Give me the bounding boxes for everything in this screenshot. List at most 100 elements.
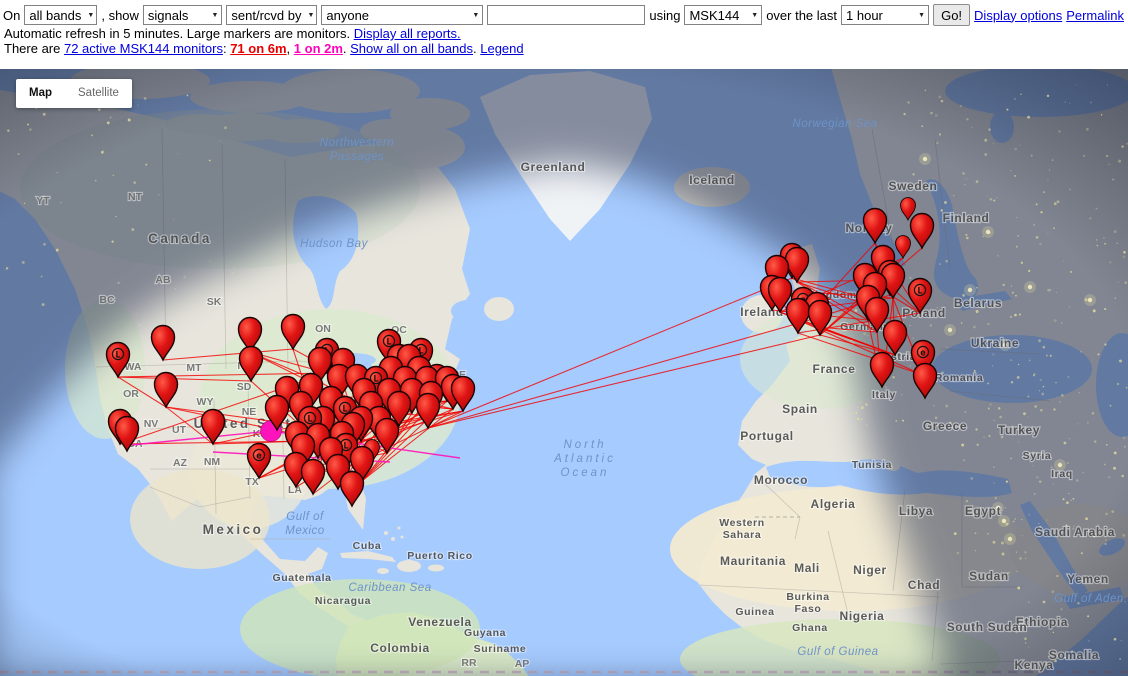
svg-text:Syria: Syria	[1023, 450, 1052, 462]
svg-text:Gulf of Aden: Gulf of Aden	[1054, 593, 1124, 605]
svg-text:Libya: Libya	[899, 504, 933, 518]
svg-text:Turkey: Turkey	[998, 423, 1040, 437]
show-label: , show	[101, 8, 139, 23]
svg-text:Puerto Rico: Puerto Rico	[407, 550, 473, 562]
svg-text:Colombia: Colombia	[370, 641, 429, 655]
map-tab[interactable]: Map	[16, 79, 65, 108]
svg-text:RR: RR	[461, 657, 477, 669]
monitors-2m-link[interactable]: 1 on 2m	[294, 41, 343, 56]
svg-text:Mauritania: Mauritania	[720, 554, 786, 568]
svg-text:Italy: Italy	[872, 389, 896, 401]
display-all-reports-link[interactable]: Display all reports.	[354, 26, 461, 41]
svg-text:Algeria: Algeria	[811, 497, 856, 511]
svg-text:Nicaragua: Nicaragua	[315, 595, 371, 607]
svg-text:L: L	[115, 350, 121, 360]
svg-text:Cuba: Cuba	[353, 540, 382, 552]
svg-text:Ukraine: Ukraine	[971, 336, 1019, 350]
svg-text:Sweden: Sweden	[889, 179, 938, 193]
svg-text:Guinea: Guinea	[735, 606, 774, 618]
map-type-control: Map Satellite	[16, 79, 132, 108]
protocol-select[interactable]: MSK144▼	[684, 5, 762, 25]
world-map[interactable]: Map Satellite CanadaUnited StatesMexicoG…	[0, 69, 1128, 676]
timewindow-select[interactable]: 1 hour▼	[841, 5, 929, 25]
svg-text:Guyana: Guyana	[464, 627, 506, 639]
svg-text:NV: NV	[144, 418, 159, 430]
svg-text:YT: YT	[36, 195, 50, 207]
svg-text:Canada: Canada	[148, 231, 212, 246]
map-canvas[interactable]: CanadaUnited StatesMexicoGreenlandIcelan…	[0, 69, 1128, 676]
svg-text:Morocco: Morocco	[754, 473, 808, 487]
svg-text:NM: NM	[204, 456, 221, 468]
svg-text:WY: WY	[197, 396, 214, 408]
svg-text:Kenya: Kenya	[1014, 658, 1053, 672]
svg-text:Chad: Chad	[908, 578, 940, 592]
chevron-down-icon: ▼	[751, 12, 758, 19]
svg-text:Romania: Romania	[935, 372, 984, 384]
svg-text:Portugal: Portugal	[740, 429, 793, 443]
chevron-down-icon: ▼	[211, 12, 218, 19]
svg-text:Hudson Bay: Hudson Bay	[300, 238, 368, 250]
permalink-link[interactable]: Permalink	[1066, 8, 1124, 23]
satellite-tab[interactable]: Satellite	[65, 79, 132, 108]
chevron-down-icon: ▼	[87, 12, 94, 19]
svg-text:Greenland: Greenland	[521, 160, 586, 174]
svg-text:Spain: Spain	[782, 402, 818, 416]
svg-text:Finland: Finland	[943, 211, 990, 225]
chevron-down-icon: ▼	[472, 12, 479, 19]
svg-text:L: L	[342, 404, 348, 414]
svg-text:NorthAtlanticOcean: NorthAtlanticOcean	[553, 439, 616, 479]
svg-text:Guatemala: Guatemala	[272, 572, 331, 584]
svg-text:L: L	[917, 286, 923, 296]
svg-text:Venezuela: Venezuela	[408, 615, 471, 629]
show-all-bands-link[interactable]: Show all on all bands	[350, 41, 473, 56]
svg-text:NE: NE	[242, 406, 257, 418]
svg-text:Caribbean Sea: Caribbean Sea	[348, 582, 431, 594]
svg-text:Iceland: Iceland	[689, 173, 735, 187]
svg-text:e: e	[920, 348, 926, 358]
svg-text:Sudan: Sudan	[969, 569, 1009, 583]
svg-text:BC: BC	[99, 294, 115, 306]
svg-text:Tunisia: Tunisia	[852, 459, 892, 471]
svg-text:Greece: Greece	[923, 419, 967, 433]
svg-text:Nigeria: Nigeria	[840, 609, 885, 623]
svg-text:Iraq: Iraq	[1051, 468, 1073, 480]
band-select[interactable]: all bands▼	[24, 5, 97, 25]
svg-text:Mexico: Mexico	[203, 522, 264, 537]
svg-text:Egypt: Egypt	[965, 504, 1001, 518]
svg-text:L: L	[343, 441, 349, 451]
svg-text:AB: AB	[155, 274, 171, 286]
svg-text:MT: MT	[186, 362, 202, 374]
svg-text:L: L	[386, 337, 392, 347]
window-label: over the last	[766, 8, 837, 23]
active-monitors-link[interactable]: 72 active MSK144 monitors	[64, 41, 223, 56]
status-line-1: Automatic refresh in 5 minutes. Large ma…	[3, 27, 1124, 42]
svg-text:Norwegian Sea: Norwegian Sea	[792, 118, 877, 130]
chevron-down-icon: ▼	[307, 12, 314, 19]
svg-text:WesternSahara: WesternSahara	[719, 517, 764, 541]
who-select[interactable]: anyone▼	[321, 5, 483, 25]
svg-text:NT: NT	[128, 191, 143, 203]
svg-text:Mali: Mali	[794, 561, 820, 575]
display-options-link[interactable]: Display options	[974, 8, 1062, 23]
svg-text:e: e	[256, 451, 262, 461]
legend-link[interactable]: Legend	[480, 41, 523, 56]
chevron-down-icon: ▼	[918, 12, 925, 19]
svg-text:ON: ON	[315, 323, 331, 335]
svg-text:Belarus: Belarus	[954, 296, 1002, 310]
status-line-2: There are 72 active MSK144 monitors: 71 …	[3, 42, 1124, 57]
svg-text:Ghana: Ghana	[792, 622, 828, 634]
svg-text:Niger: Niger	[853, 563, 887, 577]
svg-text:South Sudan: South Sudan	[947, 620, 1028, 634]
go-button[interactable]: Go!	[933, 4, 970, 26]
show-mode-select[interactable]: signals▼	[143, 5, 222, 25]
svg-text:OR: OR	[123, 388, 139, 400]
svg-text:Poland: Poland	[902, 306, 946, 320]
toolbar: On all bands▼ , show signals▼ sent/rcvd …	[0, 0, 1128, 56]
svg-text:L: L	[373, 374, 379, 384]
svg-text:Saudi Arabia: Saudi Arabia	[1035, 525, 1115, 539]
svg-text:France: France	[813, 362, 856, 376]
svg-text:AP: AP	[515, 658, 530, 670]
direction-select[interactable]: sent/rcvd by▼	[226, 5, 317, 25]
monitors-6m-link[interactable]: 71 on 6m	[230, 41, 286, 56]
callsign-input[interactable]	[487, 5, 645, 25]
